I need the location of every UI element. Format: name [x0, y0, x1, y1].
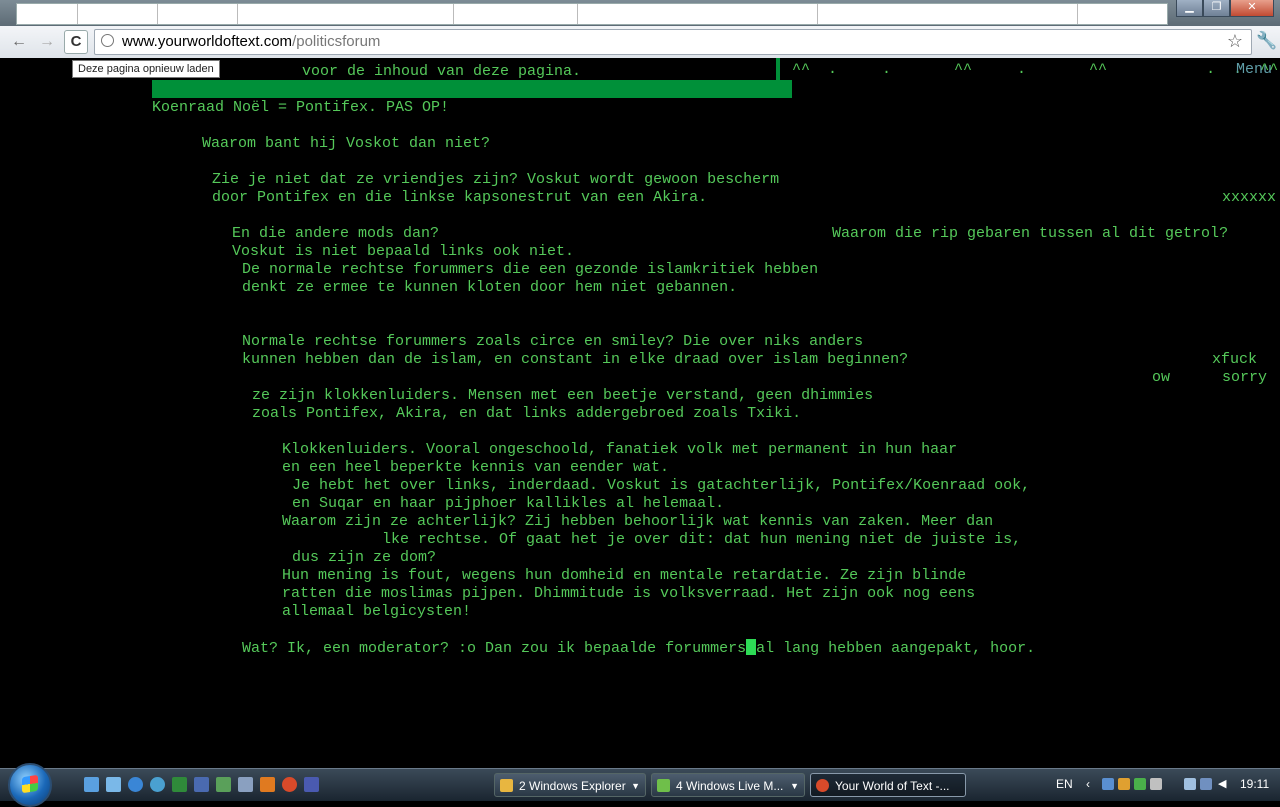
chrome-icon: [816, 779, 829, 792]
tab-divider: [817, 4, 818, 24]
text-line: xfuck: [1212, 351, 1258, 368]
text-line: Zie je niet dat ze vriendjes zijn? Vosku…: [212, 171, 780, 188]
tab-strip[interactable]: [16, 3, 1168, 25]
clock[interactable]: 19:11: [1240, 777, 1269, 791]
text-segment: Wat? Ik, een moderator? :o Dan zou ik be…: [242, 640, 747, 657]
back-button[interactable]: ←: [10, 32, 28, 52]
text-line: ze zijn klokkenluiders. Mensen met een b…: [252, 387, 874, 404]
messenger-icon: [657, 779, 670, 792]
highlight-mask: [780, 58, 792, 80]
text-line: zoals Pontifex, Akira, en dat links adde…: [252, 405, 802, 422]
taskbar-button-label: 4 Windows Live M...: [676, 779, 784, 793]
text-line: Je hebt het over links, inderdaad. Vosku…: [292, 477, 1031, 494]
text-line: voor de inhoud van deze pagina.: [302, 63, 582, 80]
url-host: www.yourworldoftext.com: [122, 33, 293, 50]
text-line: Koenraad Noël = Pontifex. PAS OP!: [152, 99, 450, 116]
wrench-icon[interactable]: 🔧: [1256, 31, 1277, 51]
taskbar-button-live-messenger[interactable]: 4 Windows Live M... ▼: [651, 773, 805, 797]
tab-divider: [577, 4, 578, 24]
tray-icon[interactable]: [1102, 778, 1114, 790]
text-line: Waarom die rip gebaren tussen al dit get…: [832, 225, 1229, 242]
text-segment: al lang hebben aangepakt, hoor.: [756, 640, 1036, 657]
text-line: door Pontifex en die linkse kapsonestrut…: [212, 189, 708, 206]
network-icon[interactable]: [1150, 778, 1162, 790]
text-line: Normale rechtse forummers zoals circe en…: [242, 333, 864, 350]
text-line: xxxxxx: [1222, 189, 1277, 206]
internet-explorer-icon[interactable]: [128, 777, 143, 792]
text-line: En die andere mods dan?: [232, 225, 440, 242]
text-line: ow: [1152, 369, 1171, 386]
reload-tooltip: Deze pagina opnieuw laden: [72, 60, 220, 78]
calculator-icon[interactable]: [304, 777, 319, 792]
forward-button[interactable]: →: [38, 32, 56, 52]
tray-icon[interactable]: [1134, 778, 1146, 790]
tab-divider: [237, 4, 238, 24]
text-line: Waarom zijn ze achterlijk? Zij hebben be…: [282, 513, 994, 530]
text-line: De normale rechtse forummers die een gez…: [242, 261, 819, 278]
display-icon[interactable]: [1200, 778, 1212, 790]
reload-button[interactable]: C: [64, 30, 88, 54]
browser-toolbar: ← → C www.yourworldoftext.com/politicsfo…: [0, 26, 1280, 59]
folder-icon: [500, 779, 513, 792]
windows-taskbar: 2 Windows Explorer ▼ 4 Windows Live M... ▼…: [0, 763, 1280, 807]
browser-titlebar: ▁ ❐ ✕: [0, 0, 1280, 26]
text-line: Klokkenluiders. Vooral ongeschoold, fana…: [282, 441, 958, 458]
text-line: lke rechtse. Of gaat het je over dit: da…: [382, 531, 1022, 548]
windows-logo-icon: [22, 774, 38, 794]
notepad-icon[interactable]: [238, 777, 253, 792]
language-indicator[interactable]: EN: [1056, 777, 1073, 791]
text-line: Waarom bant hij Voskot dan niet?: [202, 135, 491, 152]
word-icon[interactable]: [194, 777, 209, 792]
volume-icon[interactable]: ◀: [1218, 777, 1226, 790]
taskbar-button-chrome[interactable]: Your World of Text -...: [810, 773, 966, 797]
text-line: allemaal belgicysten!: [282, 603, 472, 620]
text-line: sorry: [1222, 369, 1268, 386]
globe-icon: [101, 34, 114, 47]
text-line: dus zijn ze dom?: [292, 549, 437, 566]
search-icon[interactable]: [150, 777, 165, 792]
chevron-down-icon: ▼: [631, 781, 640, 791]
tray-expand-icon[interactable]: ‹: [1086, 777, 1090, 791]
chrome-icon[interactable]: [282, 777, 297, 792]
taskbar-button-explorer[interactable]: 2 Windows Explorer ▼: [494, 773, 646, 797]
text-line: denkt ze ermee te kunnen kloten door hem…: [242, 279, 738, 296]
text-line: Voskut is niet bepaald links ook niet.: [232, 243, 575, 260]
menu-link[interactable]: Menu: [1236, 61, 1272, 79]
window-controls: ▁ ❐ ✕: [1176, 0, 1274, 18]
media-player-icon[interactable]: [260, 777, 275, 792]
start-button[interactable]: [8, 763, 52, 807]
url-path: /politicsforum: [292, 33, 381, 50]
taskbar-button-label: Your World of Text -...: [835, 779, 950, 793]
maximize-button[interactable]: ❐: [1203, 0, 1230, 17]
bookmark-star-icon[interactable]: ☆: [1227, 31, 1243, 52]
address-bar[interactable]: www.yourworldoftext.com/politicsforum ☆: [94, 29, 1252, 55]
text-line: Hun mening is fout, wegens hun domheid e…: [282, 567, 967, 584]
show-desktop-icon[interactable]: [84, 777, 99, 792]
power-icon[interactable]: [1184, 778, 1196, 790]
tab-divider: [453, 4, 454, 24]
text-line: kunnen hebben dan de islam, en constant …: [242, 351, 909, 368]
switch-windows-icon[interactable]: [106, 777, 121, 792]
text-cursor: [746, 639, 757, 655]
taskbar-button-label: 2 Windows Explorer: [519, 779, 626, 793]
text-line: ^^ . . ^^ . ^^ . . ^^: [792, 61, 1279, 78]
text-line: en Suqar en haar pijphoer kallikles al h…: [292, 495, 725, 512]
tray-icon[interactable]: [1118, 778, 1130, 790]
tab-divider: [1077, 4, 1078, 24]
tab-divider: [77, 4, 78, 24]
url-text[interactable]: www.yourworldoftext.com/politicsforum: [122, 33, 380, 50]
minimize-button[interactable]: ▁: [1176, 0, 1203, 17]
text-line-last: Wat? Ik, een moderator? :o Dan zou ik be…: [242, 639, 1035, 658]
excel-icon[interactable]: [172, 777, 187, 792]
messenger-icon[interactable]: [216, 777, 231, 792]
world-of-text-canvas[interactable]: voor de inhoud van deze pagina. ^^ . . ^^…: [0, 58, 1280, 768]
text-line: en een heel beperkte kennis van eender w…: [282, 459, 670, 476]
close-button[interactable]: ✕: [1230, 0, 1274, 17]
chevron-down-icon: ▼: [790, 781, 799, 791]
tab-divider: [157, 4, 158, 24]
text-line: ratten die moslimas pijpen. Dhimmitude i…: [282, 585, 976, 602]
